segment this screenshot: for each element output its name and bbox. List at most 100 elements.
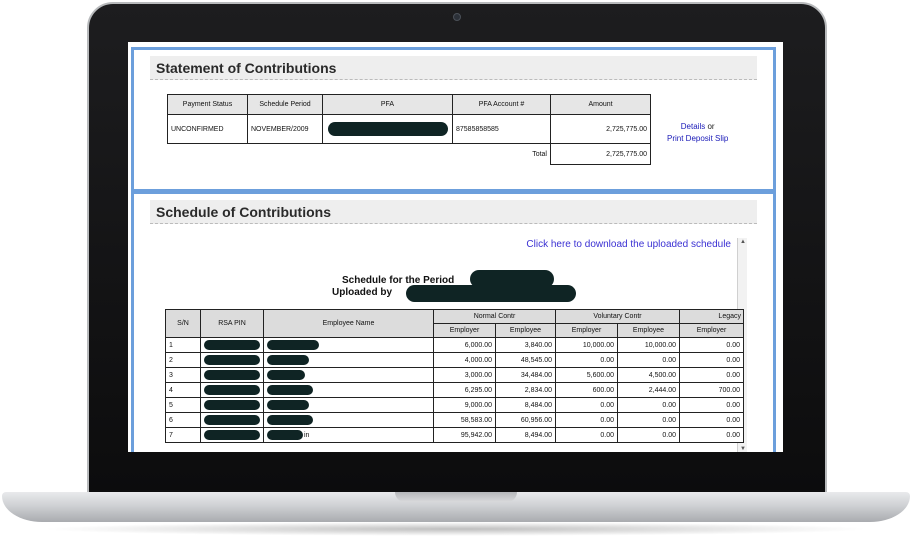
employee-name-cell (263, 352, 434, 368)
redaction-mark (267, 355, 309, 365)
legacy-employer-cell: 0.00 (679, 367, 744, 383)
schedule-table: S/N RSA PIN Employee Name Normal Contr V… (165, 309, 744, 443)
redaction-mark (204, 400, 260, 410)
voluntary-employer-cell: 0.00 (555, 412, 618, 428)
scroll-down-icon[interactable]: ▼ (739, 445, 747, 452)
employee-name-cell (263, 412, 434, 428)
voluntary-employee-cell: 0.00 (617, 412, 680, 428)
sn-cell: 5 (165, 397, 201, 413)
voluntary-employee-cell: 0.00 (617, 397, 680, 413)
normal-employer-cell: 9,000.00 (433, 397, 496, 413)
legacy-employer-cell: 700.00 (679, 382, 744, 398)
sn-cell: 1 (165, 337, 201, 353)
redaction-mark (204, 355, 260, 365)
legacy-employer-cell: 0.00 (679, 412, 744, 428)
rsa-pin-cell (200, 337, 264, 353)
redaction-mark (204, 430, 260, 440)
header-normal-contr: Normal Contr (433, 309, 556, 324)
redaction-mark (267, 400, 309, 410)
redaction-mark (204, 415, 260, 425)
rsa-pin-cell (200, 382, 264, 398)
table-row: 7 in 95,942.00 8,494.00 0.00 0.00 0.00 (165, 427, 744, 443)
redaction-mark (406, 285, 576, 302)
legacy-employer-cell: 0.00 (679, 352, 744, 368)
scroll-up-icon[interactable]: ▲ (739, 238, 747, 246)
table-row: 6 58,583.00 60,956.00 0.00 0.00 0.00 (165, 412, 744, 428)
voluntary-employer-cell: 0.00 (555, 397, 618, 413)
header-employee-name: Employee Name (263, 309, 434, 338)
total-label: Total (452, 143, 551, 165)
header-payment-status: Payment Status (167, 94, 248, 115)
redaction-mark (204, 385, 260, 395)
sn-cell: 7 (165, 427, 201, 443)
legacy-employer-cell: 0.00 (679, 397, 744, 413)
voluntary-employer-cell: 5,600.00 (555, 367, 618, 383)
voluntary-employer-cell: 600.00 (555, 382, 618, 398)
statement-table: Payment Status Schedule Period PFA PFA A… (167, 94, 651, 165)
header-rsa-pin: RSA PIN (200, 309, 264, 338)
header-voluntary-employer: Employer (555, 323, 618, 338)
employee-name-cell (263, 382, 434, 398)
pfa-account-cell: 87585858585 (452, 114, 551, 144)
uploaded-by-label: Uploaded by (332, 287, 393, 298)
voluntary-employer-cell: 0.00 (555, 427, 618, 443)
redaction-mark (267, 430, 303, 440)
total-amount: 2,725,775.00 (550, 143, 651, 165)
redaction-mark (267, 385, 313, 395)
voluntary-employee-cell: 2,444.00 (617, 382, 680, 398)
voluntary-employee-cell: 0.00 (617, 427, 680, 443)
normal-employer-cell: 4,000.00 (433, 352, 496, 368)
schedule-period-cell: NOVEMBER/2009 (247, 114, 323, 144)
payment-status-cell: UNCONFIRMED (167, 114, 248, 144)
sn-cell: 3 (165, 367, 201, 383)
redaction-mark (267, 340, 319, 350)
pfa-cell (322, 114, 453, 144)
header-voluntary-contr: Voluntary Contr (555, 309, 680, 324)
table-row: 1 6,000.00 3,840.00 10,000.00 10,000.00 0.00 (165, 337, 744, 353)
sn-cell: 2 (165, 352, 201, 368)
voluntary-employer-cell: 0.00 (555, 352, 618, 368)
normal-employee-cell: 48,545.00 (495, 352, 556, 368)
employee-name-cell (263, 397, 434, 413)
details-link[interactable]: Details (681, 122, 705, 131)
header-normal-employer: Employer (433, 323, 496, 338)
table-row: 5 9,000.00 8,484.00 0.00 0.00 0.00 (165, 397, 744, 413)
normal-employee-cell: 3,840.00 (495, 337, 556, 353)
redaction-mark (204, 340, 260, 350)
rsa-pin-cell (200, 427, 264, 443)
header-sn: S/N (165, 309, 201, 338)
voluntary-employer-cell: 10,000.00 (555, 337, 618, 353)
normal-employee-cell: 8,484.00 (495, 397, 556, 413)
sn-cell: 4 (165, 382, 201, 398)
normal-employee-cell: 2,834.00 (495, 382, 556, 398)
employee-name-cell (263, 367, 434, 383)
normal-employer-cell: 6,295.00 (433, 382, 496, 398)
table-row: 3 3,000.00 34,484.00 5,600.00 4,500.00 0.00 (165, 367, 744, 383)
normal-employer-cell: 58,583.00 (433, 412, 496, 428)
normal-employer-cell: 6,000.00 (433, 337, 496, 353)
employee-name-cell (263, 337, 434, 353)
normal-employer-cell: 3,000.00 (433, 367, 496, 383)
sn-cell: 6 (165, 412, 201, 428)
header-schedule-period: Schedule Period (247, 94, 323, 115)
voluntary-employee-cell: 4,500.00 (617, 367, 680, 383)
or-text: or (707, 122, 715, 131)
normal-employer-cell: 95,942.00 (433, 427, 496, 443)
schedule-panel: Schedule of Contributions Click here to … (131, 191, 776, 452)
header-pfa: PFA (322, 94, 453, 115)
download-schedule-link[interactable]: Click here to download the uploaded sche… (526, 239, 731, 250)
header-pfa-account: PFA Account # (452, 94, 551, 115)
print-deposit-slip-link[interactable]: Print Deposit Slip (667, 134, 728, 143)
rsa-pin-cell (200, 397, 264, 413)
redaction-mark (204, 370, 260, 380)
redaction-mark (267, 415, 313, 425)
redaction-mark (328, 122, 448, 136)
rsa-pin-cell (200, 367, 264, 383)
table-row: 4 6,295.00 2,834.00 600.00 2,444.00 700.00 (165, 382, 744, 398)
legacy-employer-cell: 0.00 (679, 427, 744, 443)
rsa-pin-cell (200, 352, 264, 368)
camera-icon (453, 13, 461, 21)
employee-name-text: in (304, 431, 310, 439)
employee-name-cell: in (263, 427, 434, 443)
amount-cell: 2,725,775.00 (550, 114, 651, 144)
